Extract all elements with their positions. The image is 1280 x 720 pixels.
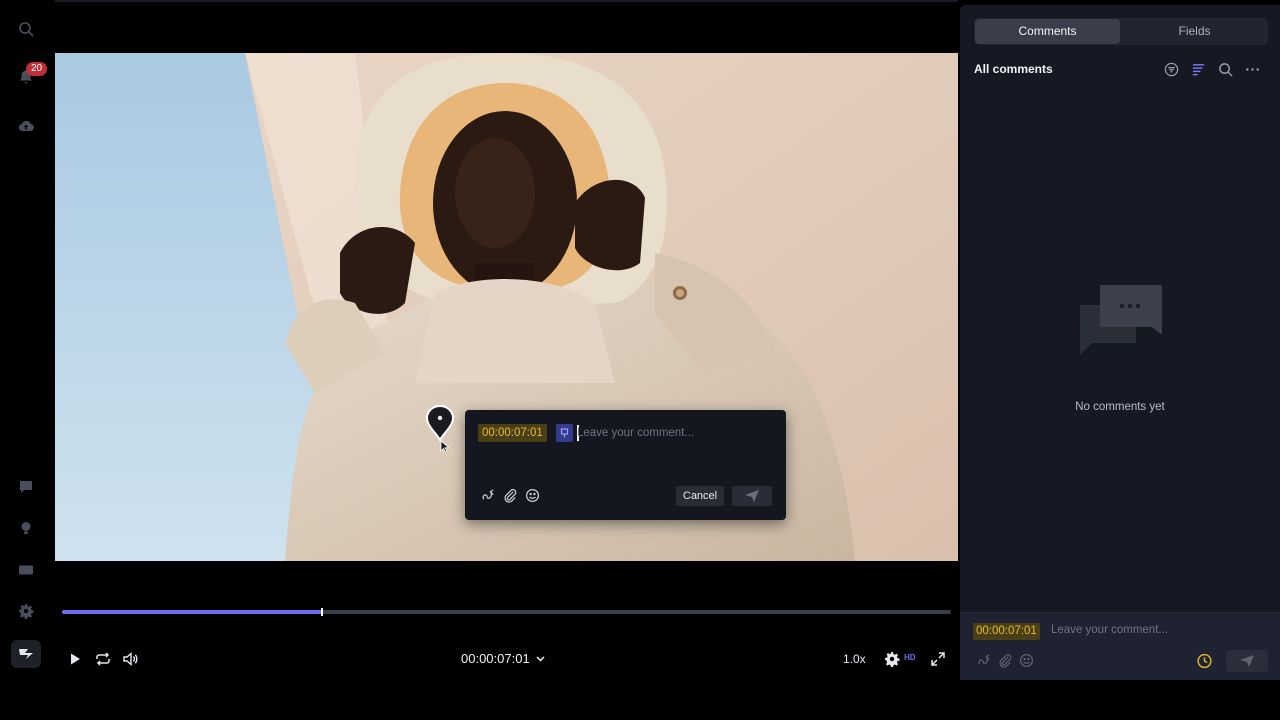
quality-badge: HD <box>904 653 916 662</box>
help-icon[interactable] <box>13 474 39 500</box>
cancel-button[interactable]: Cancel <box>676 486 724 506</box>
popover-toolbar <box>480 487 541 504</box>
composer-send-button[interactable] <box>1226 650 1268 672</box>
send-button[interactable] <box>732 486 772 506</box>
tab-comments[interactable]: Comments <box>975 19 1120 44</box>
more-icon[interactable] <box>1244 61 1260 77</box>
comment-input[interactable]: Leave your comment... <box>577 425 694 441</box>
expand-icon <box>931 652 945 666</box>
timecode-selector[interactable]: 00:00:07:01 <box>461 651 545 666</box>
playback-speed[interactable]: 1.0x <box>843 652 866 666</box>
volume-button[interactable] <box>122 649 138 669</box>
map-pin-icon[interactable] <box>425 404 455 452</box>
empty-state-text: No comments yet <box>1075 401 1165 413</box>
search-icon[interactable] <box>13 16 39 42</box>
panel-tabs: Comments Fields <box>974 18 1268 45</box>
fullscreen-button[interactable] <box>930 649 946 669</box>
panel-toolbar <box>1163 61 1260 77</box>
timecode-chip[interactable]: 00:00:07:01 <box>973 623 1040 640</box>
composer-input[interactable]: Leave your comment... <box>1051 624 1168 636</box>
play-icon <box>71 653 80 665</box>
loop-icon <box>96 652 110 666</box>
comment-popover: 00:00:07:01 Leave your comment... Cancel <box>465 410 786 520</box>
tab-fields[interactable]: Fields <box>1122 19 1267 44</box>
play-button[interactable] <box>67 649 83 669</box>
comments-panel: Comments Fields All comments No comments… <box>960 5 1280 680</box>
logo-icon[interactable] <box>11 640 41 668</box>
gear-icon[interactable] <box>13 598 39 624</box>
settings-button[interactable] <box>884 649 900 669</box>
current-timecode: 00:00:07:01 <box>461 651 530 666</box>
attach-icon[interactable] <box>997 652 1014 669</box>
left-rail: 20 <box>0 0 53 680</box>
composer-toolbar <box>976 652 1035 669</box>
filter-icon[interactable] <box>1163 61 1179 77</box>
gear-icon <box>885 652 900 667</box>
emoji-icon[interactable] <box>1018 652 1035 669</box>
comments-heading: All comments <box>974 62 1053 76</box>
sort-icon[interactable] <box>1190 61 1206 77</box>
attach-icon[interactable] <box>502 487 519 504</box>
send-icon <box>1240 655 1254 667</box>
emoji-icon[interactable] <box>524 487 541 504</box>
progress-fill <box>62 610 323 614</box>
comment-composer: 00:00:07:01 Leave your comment... <box>960 612 1280 680</box>
volume-icon <box>123 651 138 667</box>
timer-icon[interactable] <box>1196 652 1213 669</box>
cloud-upload-icon[interactable] <box>13 113 39 139</box>
progress-bar[interactable] <box>62 608 951 616</box>
chevron-down-icon <box>536 655 545 662</box>
send-icon <box>745 490 759 502</box>
empty-comments-illustration <box>1080 285 1162 355</box>
lightbulb-icon[interactable] <box>13 515 39 541</box>
progress-handle[interactable] <box>321 608 324 616</box>
search-icon[interactable] <box>1217 61 1233 77</box>
keyboard-icon[interactable] <box>13 557 39 583</box>
notification-badge: 20 <box>26 62 48 76</box>
draw-icon[interactable] <box>976 652 993 669</box>
timecode-chip[interactable]: 00:00:07:01 <box>478 424 547 442</box>
top-divider <box>55 0 958 2</box>
loop-button[interactable] <box>95 649 111 669</box>
pin-toggle-icon[interactable] <box>556 424 573 442</box>
draw-icon[interactable] <box>480 487 497 504</box>
